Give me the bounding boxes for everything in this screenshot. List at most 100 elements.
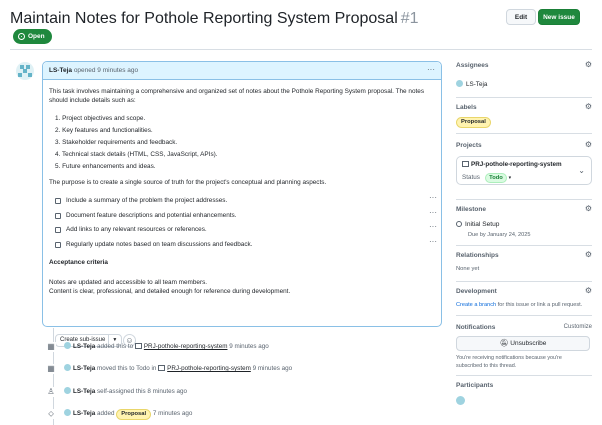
assignees-heading: Assignees: [456, 62, 489, 69]
timeline-event-text: LS-Teja added Proposal 7 minutes ago: [64, 407, 192, 421]
task-text: Regularly update notes based on team dis…: [66, 240, 253, 248]
tag-icon: ⬦: [46, 409, 56, 419]
task-options-icon[interactable]: ···: [429, 237, 437, 247]
task-checkbox[interactable]: [55, 212, 61, 219]
acceptance-line: Content is clear, professional, and deta…: [49, 288, 291, 295]
participants-section: Participants: [456, 382, 592, 414]
chevron-down-icon[interactable]: ⌄: [578, 166, 585, 175]
project-icon: [158, 365, 166, 371]
participants-heading: Participants: [456, 382, 494, 389]
list-item: 1. Project objectives and scope.: [55, 115, 146, 122]
timeline-event: ⬦ LS-Teja added Proposal 7 minutes ago: [46, 407, 446, 421]
gear-icon[interactable]: ⚙: [585, 102, 592, 111]
avatar[interactable]: [456, 396, 465, 405]
customize-link[interactable]: Customize: [564, 324, 592, 330]
task-text: Add links to any relevant resources or r…: [66, 226, 207, 233]
avatar[interactable]: [64, 342, 71, 349]
person-icon: ♙: [46, 387, 56, 397]
issue-header: Maintain Notes for Pothole Reporting Sys…: [10, 6, 592, 46]
purpose-paragraph: The purpose is to create a single source…: [49, 179, 327, 186]
event-author-link[interactable]: LS-Teja: [73, 388, 95, 395]
notifications-heading: Notifications: [456, 324, 496, 331]
status-badge: Open: [13, 29, 52, 44]
comment-timestamp: opened 9 minutes ago: [73, 67, 139, 74]
project-link[interactable]: PRJ-pothole-reporting-system: [167, 365, 251, 372]
timeline-event-text: LS-Teja added this to PRJ-pothole-report…: [64, 340, 269, 354]
list-item: 5. Future enhancements and ideas.: [55, 163, 156, 170]
avatar[interactable]: [64, 387, 71, 394]
status-value-badge[interactable]: Todo: [485, 173, 507, 183]
table-icon: ▦: [46, 342, 56, 352]
project-card: PRJ-pothole-reporting-system Status Todo…: [456, 156, 592, 185]
list-item: 4. Technical stack details (HTML, CSS, J…: [55, 151, 218, 158]
project-name[interactable]: PRJ-pothole-reporting-system: [462, 161, 562, 168]
label-item: Proposal: [456, 117, 491, 128]
projects-section: Projects ⚙ PRJ-pothole-reporting-system …: [456, 140, 592, 200]
milestone-heading: Milestone: [456, 206, 486, 213]
event-time: 9 minutes ago: [252, 365, 293, 372]
labels-heading: Labels: [456, 104, 477, 111]
avatar[interactable]: [64, 409, 71, 416]
event-action: self-assigned this 8 minutes ago: [97, 388, 187, 395]
bell-slash-icon: 🔕︎: [499, 340, 509, 347]
label-badge[interactable]: Proposal: [116, 409, 152, 420]
gear-icon[interactable]: ⚙: [585, 60, 592, 69]
task-item: Add links to any relevant resources or r…: [55, 222, 437, 241]
list-item: 3. Stakeholder requirements and feedback…: [55, 139, 178, 146]
relationships-heading: Relationships: [456, 252, 499, 259]
relationships-section: Relationships ⚙ None yet: [456, 250, 592, 282]
timeline-event: ▦ LS-Teja moved this to Todo in PRJ-poth…: [46, 362, 446, 376]
task-options-icon[interactable]: ···: [429, 193, 437, 203]
task-list: Include a summary of the problem the pro…: [55, 193, 437, 255]
task-checkbox[interactable]: [55, 227, 61, 233]
table-icon: ▦: [46, 364, 56, 374]
task-item: Include a summary of the problem the pro…: [55, 193, 437, 212]
gear-icon[interactable]: ⚙: [585, 286, 592, 295]
event-time: 7 minutes ago: [152, 410, 193, 417]
label-badge[interactable]: Proposal: [456, 117, 491, 128]
event-author-link[interactable]: LS-Teja: [73, 365, 95, 372]
event-author-link[interactable]: LS-Teja: [73, 410, 95, 417]
event-action: added this to: [97, 343, 134, 350]
table-icon: [462, 161, 469, 167]
comment-author-link[interactable]: LS-Teja: [49, 67, 72, 74]
author-avatar[interactable]: [16, 62, 34, 80]
notes-list: 1. Project objectives and scope. 2. Key …: [55, 115, 218, 175]
milestone-icon: [456, 221, 462, 227]
task-item: Document feature descriptions and potent…: [55, 208, 437, 227]
task-options-icon[interactable]: ···: [429, 222, 437, 232]
task-checkbox[interactable]: [55, 198, 61, 204]
timeline-event-text: LS-Teja moved this to Todo in PRJ-pothol…: [64, 362, 292, 376]
comment-header: LS-Teja opened 9 minutes ago ···: [43, 62, 441, 80]
gear-icon[interactable]: ⚙: [585, 250, 592, 259]
unsubscribe-label: Unsubscribe: [510, 340, 547, 347]
task-checkbox[interactable]: [55, 241, 61, 248]
project-status-row: Status Todo ▾: [462, 173, 511, 183]
create-branch-link[interactable]: Create a branch: [456, 302, 496, 308]
event-action: moved this to Todo in: [97, 365, 157, 372]
notifications-section: Notifications Customize 🔕︎ Unsubscribe Y…: [456, 324, 592, 376]
gear-icon[interactable]: ⚙: [585, 140, 592, 149]
header-divider: [10, 49, 592, 50]
gear-icon[interactable]: ⚙: [585, 204, 592, 213]
unsubscribe-button[interactable]: 🔕︎ Unsubscribe: [456, 336, 590, 351]
event-author-link[interactable]: LS-Teja: [73, 343, 95, 350]
comment-options-icon[interactable]: ···: [427, 61, 435, 78]
milestone-name: Initial Setup: [465, 221, 500, 228]
issue-body-comment: LS-Teja opened 9 minutes ago ··· This ta…: [42, 61, 442, 347]
project-link[interactable]: PRJ-pothole-reporting-system: [144, 343, 228, 350]
event-action: added: [97, 410, 115, 417]
milestone-section: Milestone ⚙ Initial Setup Due by January…: [456, 204, 592, 246]
edit-button[interactable]: Edit: [506, 9, 536, 25]
milestone-item[interactable]: Initial Setup: [456, 221, 499, 228]
development-text: Create a branch for this issue or link a…: [456, 302, 582, 308]
assignee-item[interactable]: LS-Teja: [456, 80, 487, 88]
avatar[interactable]: [64, 364, 71, 371]
projects-heading: Projects: [456, 142, 482, 149]
task-options-icon[interactable]: ···: [429, 208, 437, 218]
notifications-note: You're receiving notifications because y…: [456, 355, 562, 369]
assignee-name: LS-Teja: [466, 81, 488, 88]
assignees-section: Assignees ⚙ LS-Teja: [456, 60, 592, 98]
new-issue-button[interactable]: New issue: [538, 9, 580, 25]
caret-down-icon[interactable]: ▾: [509, 175, 512, 181]
